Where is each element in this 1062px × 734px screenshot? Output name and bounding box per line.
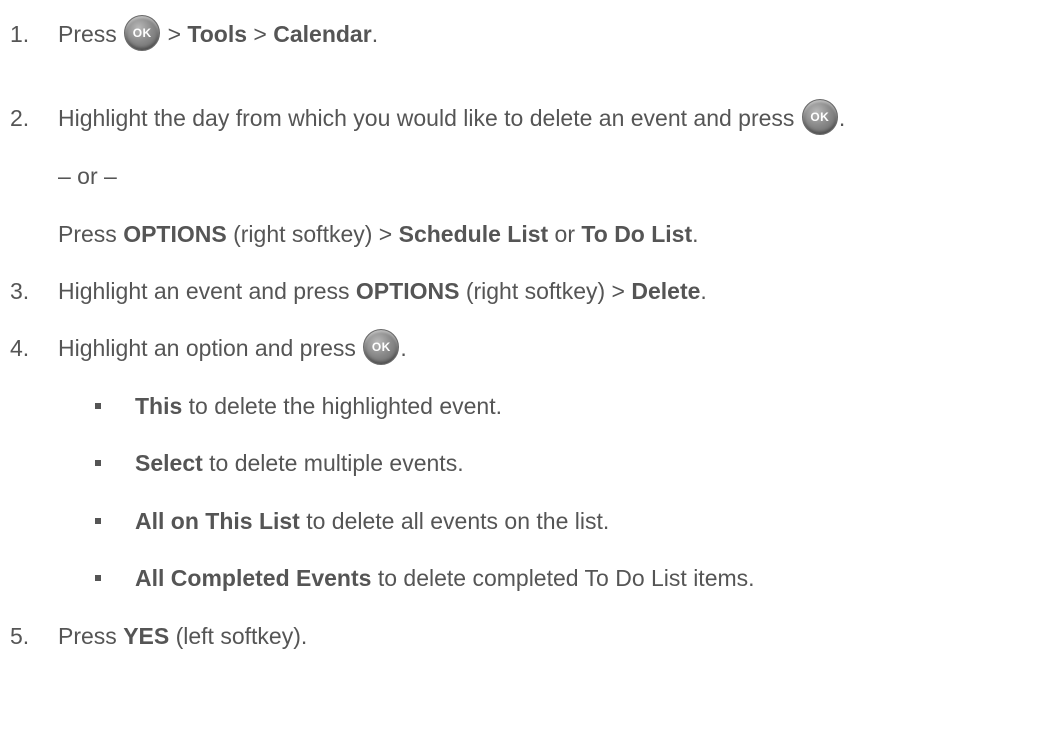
step-number: 3. xyxy=(10,278,30,304)
step-text: Highlight an event and press OPTIONS (ri… xyxy=(58,278,707,304)
step-text: Highlight an option and press OK. xyxy=(58,328,407,368)
step-number: 5. xyxy=(10,623,30,649)
step-text: Highlight the day from which you would l… xyxy=(58,98,845,138)
option-text: Select to delete multiple events. xyxy=(135,450,464,476)
or-text: – or – xyxy=(58,163,117,189)
step-number: 1. xyxy=(10,21,30,47)
ok-button-icon: OK xyxy=(801,98,838,135)
step-text: Press OPTIONS (right softkey) > Schedule… xyxy=(58,221,699,247)
bullet-icon xyxy=(95,460,101,466)
bullet-icon xyxy=(95,518,101,524)
step-text: Press OK > Tools > Calendar. xyxy=(58,14,378,54)
option-text: This to delete the highlighted event. xyxy=(135,393,502,419)
bullet-icon xyxy=(95,575,101,581)
option-text: All on This List to delete all events on… xyxy=(135,508,610,534)
ok-button-icon: OK xyxy=(363,328,400,365)
option-text: All Completed Events to delete completed… xyxy=(135,565,755,591)
bullet-icon xyxy=(95,403,101,409)
step-number: 4. xyxy=(10,335,30,361)
step-number: 2. xyxy=(10,105,30,131)
ok-button-icon: OK xyxy=(124,14,161,51)
step-text: Press YES (left softkey). xyxy=(58,623,308,649)
